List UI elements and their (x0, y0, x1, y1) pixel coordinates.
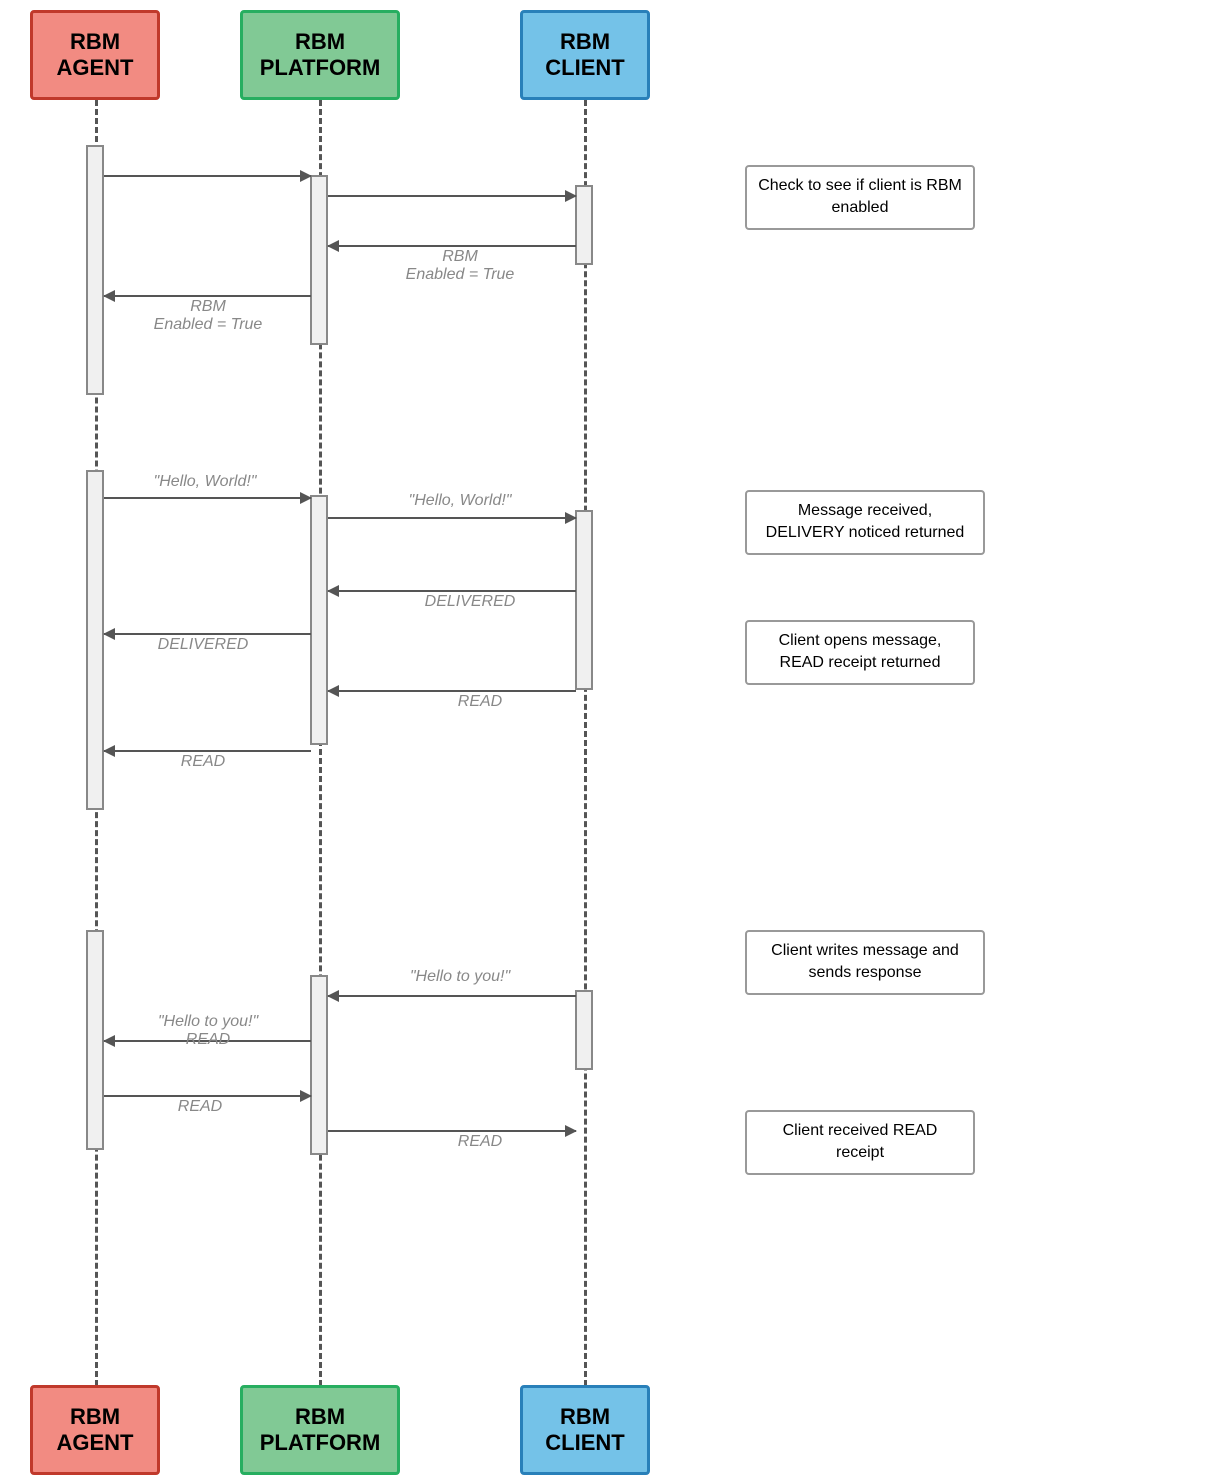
actor-agent-top: RBMAGENT (30, 10, 160, 100)
activation-agent-3 (86, 930, 104, 1150)
activation-client-3 (575, 990, 593, 1070)
label-read-agent: READ (108, 753, 298, 771)
note-client-opens: Client opens message, READ receipt retur… (745, 620, 975, 685)
label-hello-2: "Hello, World!" (360, 492, 560, 510)
arrow-rbm-enabled-agent (104, 295, 311, 297)
label-read-3: READ (140, 1098, 260, 1116)
arrow-delivered-platform (328, 590, 576, 592)
label-read-4: READ (420, 1133, 540, 1151)
actor-agent-bottom: RBMAGENT (30, 1385, 160, 1475)
arrow-hello-2 (328, 517, 576, 519)
arrow-read-agent (104, 750, 311, 752)
note-message-received: Message received, DELIVERY noticed retur… (745, 490, 985, 555)
label-delivered-platform: DELIVERED (380, 593, 560, 611)
arrow-rbm-enabled-platform (328, 245, 576, 247)
note-capability-check: Check to see if client is RBM enabled (745, 165, 975, 230)
activation-client-1 (575, 185, 593, 265)
arrow-cap-check-2 (328, 195, 576, 197)
lifeline-client (584, 100, 587, 1395)
actor-client-top: RBMCLIENT (520, 10, 650, 100)
activation-platform-2 (310, 495, 328, 745)
arrow-hello-1 (104, 497, 311, 499)
activation-agent-2 (86, 470, 104, 810)
label-delivered-agent: DELIVERED (108, 636, 298, 654)
label-hello-to-you-platform: "Hello to you!" (350, 968, 570, 986)
sequence-diagram: RBMAGENT RBMPLATFORM RBMCLIENT RBMEnable… (0, 0, 1205, 1484)
activation-platform-1 (310, 175, 328, 345)
arrow-read-4 (328, 1130, 576, 1132)
actor-platform-top: RBMPLATFORM (240, 10, 400, 100)
activation-client-2 (575, 510, 593, 690)
label-hello-to-you-agent: "Hello to you!"READ (108, 1013, 308, 1049)
note-client-writes: Client writes message and sends response (745, 930, 985, 995)
arrow-read-3 (104, 1095, 311, 1097)
arrow-hello-to-you-platform (328, 995, 576, 997)
label-read-platform: READ (420, 693, 540, 711)
activation-agent-1 (86, 145, 104, 395)
label-rbm-enabled-agent: RBMEnabled = True (108, 298, 308, 334)
note-client-read: Client received READ receipt (745, 1110, 975, 1175)
label-hello-1: "Hello, World!" (110, 473, 300, 491)
actor-platform-bottom: RBMPLATFORM (240, 1385, 400, 1475)
activation-platform-3 (310, 975, 328, 1155)
arrow-delivered-agent (104, 633, 311, 635)
arrow-read-platform (328, 690, 576, 692)
label-rbm-enabled-platform: RBMEnabled = True (360, 248, 560, 284)
actor-client-bottom: RBMCLIENT (520, 1385, 650, 1475)
arrow-cap-check-1 (104, 175, 311, 177)
